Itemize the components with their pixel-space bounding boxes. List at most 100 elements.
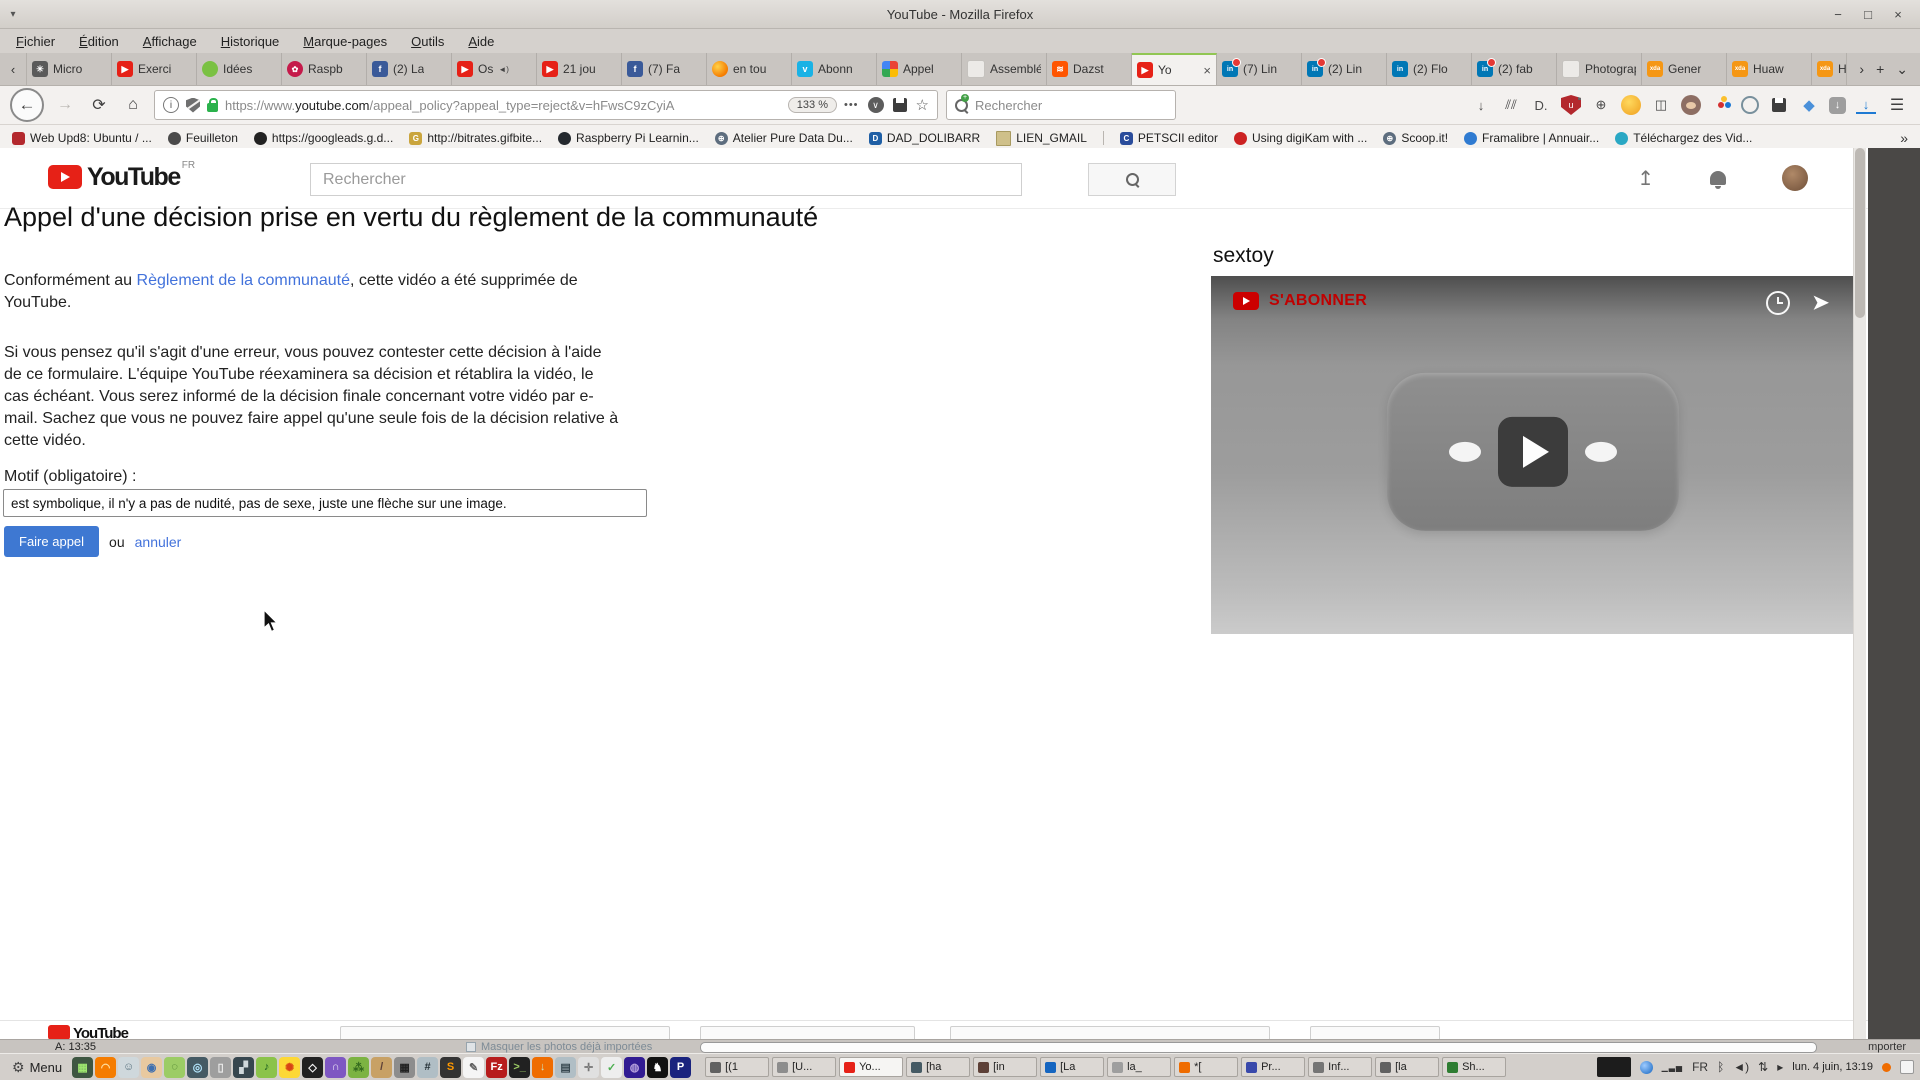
containers-balls-icon[interactable] [1711, 95, 1731, 115]
screwdriver-icon[interactable]: / [371, 1057, 392, 1078]
url-bar[interactable]: i https://www.youtube.com/appeal_policy?… [154, 90, 938, 120]
download-manager-icon[interactable]: ↓ [1856, 96, 1876, 114]
screenshot-tool-icon[interactable]: ▦ [72, 1057, 93, 1078]
browser-tab[interactable]: ▶Os◄) [452, 53, 537, 85]
home-button[interactable]: ⌂ [120, 92, 146, 118]
browser-tab[interactable]: f(2) La [367, 53, 452, 85]
frama-diamond-icon[interactable]: ◆ [1799, 95, 1819, 115]
page-info-icon[interactable]: i [163, 97, 179, 113]
taskbar-window-button[interactable]: [U... [772, 1057, 836, 1077]
photo-pinwheel-icon[interactable]: ✺ [279, 1057, 300, 1078]
tab-audio-icon[interactable]: ◄) [498, 65, 509, 74]
network-icon[interactable]: ⇅ [1758, 1060, 1768, 1074]
taskbar-window-button[interactable]: *[ [1174, 1057, 1238, 1077]
bookmark-item[interactable]: LIEN_GMAIL [996, 131, 1087, 146]
menu-item-aide[interactable]: Aide [468, 34, 494, 49]
sublime-icon[interactable]: S [440, 1057, 461, 1078]
browser-tab[interactable]: Photograp [1557, 53, 1642, 85]
new-tab-button[interactable]: + [1876, 61, 1884, 77]
bookmark-item[interactable]: CPETSCII editor [1120, 131, 1218, 145]
bluetooth-icon[interactable]: ᛒ [1717, 1060, 1724, 1074]
browser-tab[interactable]: ✿Raspb [282, 53, 367, 85]
taskbar-window-button[interactable]: [ha [906, 1057, 970, 1077]
browser-tab[interactable]: xdaHuaw [1727, 53, 1812, 85]
calculator-icon[interactable]: # [417, 1057, 438, 1078]
camera-orb-icon[interactable]: ◎ [187, 1057, 208, 1078]
youtube-search-input[interactable]: Rechercher [310, 163, 1022, 196]
browser-tab[interactable]: Appel [877, 53, 962, 85]
tray-signal-icon[interactable]: ▁▃▅ [1662, 1063, 1683, 1072]
taskbar-window-button[interactable]: [(1 [705, 1057, 769, 1077]
notification-dot-icon[interactable] [1882, 1063, 1891, 1072]
hamburger-menu-icon[interactable]: ☰ [1884, 92, 1910, 118]
drive-icon[interactable]: ▤ [555, 1057, 576, 1078]
upload-icon[interactable]: ↥ [1637, 166, 1654, 191]
save-page-icon[interactable] [1769, 95, 1789, 115]
bookmark-item[interactable]: Web Upd8: Ubuntu / ... [12, 131, 152, 145]
translate-bubble-icon[interactable] [1741, 96, 1759, 114]
community-guidelines-link[interactable]: Règlement de la communauté [137, 272, 350, 289]
browser-tab[interactable]: in(2) Flo [1387, 53, 1472, 85]
sphere-cross-icon[interactable]: ✛ [578, 1057, 599, 1078]
keyboard-layout-indicator[interactable]: FR [1692, 1060, 1708, 1074]
video-player[interactable]: S'ABONNER ➤ [1211, 276, 1855, 634]
maximize-button[interactable]: □ [1860, 7, 1876, 22]
big-play-button[interactable] [1498, 417, 1568, 487]
zoom-level-badge[interactable]: 133 % [788, 97, 837, 113]
filezilla-icon[interactable]: Fz [486, 1057, 507, 1078]
minimize-button[interactable]: − [1830, 7, 1846, 22]
bookmark-item[interactable]: https://googleads.g.d... [254, 131, 393, 145]
scrollbar-thumb[interactable] [1855, 148, 1865, 318]
sidebar-icon[interactable]: ◫ [1651, 95, 1671, 115]
firefox-search-field[interactable]: Rechercher [946, 90, 1176, 120]
menu-item-outils[interactable]: Outils [411, 34, 444, 49]
taskbar-window-button[interactable]: [La [1040, 1057, 1104, 1077]
synth-keys-icon[interactable]: ▦ [394, 1057, 415, 1078]
browser-tab[interactable]: in(2) fab [1472, 53, 1557, 85]
jdownloader-dog-icon[interactable] [1621, 95, 1641, 115]
bookmark-item[interactable]: ⊕Atelier Pure Data Du... [715, 131, 853, 145]
tab-close-icon[interactable]: × [1203, 63, 1211, 78]
browser-tab[interactable]: en tou [707, 53, 792, 85]
reload-button[interactable]: ⟳ [86, 92, 112, 118]
share-icon[interactable]: ➤ [1812, 290, 1829, 315]
usb-icon[interactable]: ▸ [1777, 1060, 1783, 1074]
tab-scroll-right-button[interactable]: › [1859, 61, 1864, 77]
clock-check-icon[interactable]: ✓ [601, 1057, 622, 1078]
browser-tab[interactable]: xdaHuaw [1812, 53, 1846, 85]
menu-item-affichage[interactable]: Affichage [143, 34, 197, 49]
tray-globe-icon[interactable] [1640, 1061, 1653, 1074]
browser-tab[interactable]: xdaGener [1642, 53, 1727, 85]
footer-select[interactable] [1310, 1026, 1440, 1040]
horse-app-icon[interactable]: ♞ [647, 1057, 668, 1078]
taskbar-window-button[interactable]: [in [973, 1057, 1037, 1077]
bookmark-item[interactable]: Framalibre | Annuair... [1464, 131, 1599, 145]
phone-app-icon[interactable]: ▯ [210, 1057, 231, 1078]
notifications-bell-icon[interactable] [1710, 171, 1726, 185]
eye-icon[interactable]: ◉ [141, 1057, 162, 1078]
unity3d-icon[interactable]: ◇ [302, 1057, 323, 1078]
browser-tab[interactable]: ▶Exerci [112, 53, 197, 85]
film-editor-icon[interactable]: ▞ [233, 1057, 254, 1078]
browser-tab[interactable]: Assemblé [962, 53, 1047, 85]
bookmark-item[interactable]: Using digiKam with ... [1234, 131, 1367, 145]
pycharm-icon[interactable]: P [670, 1057, 691, 1078]
crosshair-icon[interactable]: ⊕ [1591, 95, 1611, 115]
browser-tab[interactable]: ▶Yo× [1132, 53, 1217, 85]
grapes-app-icon[interactable]: ⁂ [348, 1057, 369, 1078]
audio-face-icon[interactable]: ☺ [118, 1057, 139, 1078]
footer-select[interactable] [950, 1026, 1270, 1040]
import-hide-checkbox[interactable]: Masquer les photos déjà importées [466, 1041, 652, 1053]
bookmark-item[interactable]: Raspberry Pi Learnin... [558, 131, 699, 145]
browser-tab[interactable]: f(7) Fa [622, 53, 707, 85]
forward-button[interactable]: → [52, 92, 78, 118]
tray-app-icon[interactable] [1597, 1057, 1631, 1077]
bookmark-item[interactable]: ⊕Scoop.it! [1383, 131, 1448, 145]
downloads-icon[interactable]: ↓ [1471, 95, 1491, 115]
browser-tab[interactable]: ▶21 jou [537, 53, 622, 85]
pocket-icon[interactable]: ∨ [868, 97, 884, 113]
aperture-icon[interactable]: ◍ [624, 1057, 645, 1078]
firefox-icon[interactable]: ◠ [95, 1057, 116, 1078]
save-icon[interactable] [893, 98, 907, 112]
menu-item-fichier[interactable]: Fichier [16, 34, 55, 49]
